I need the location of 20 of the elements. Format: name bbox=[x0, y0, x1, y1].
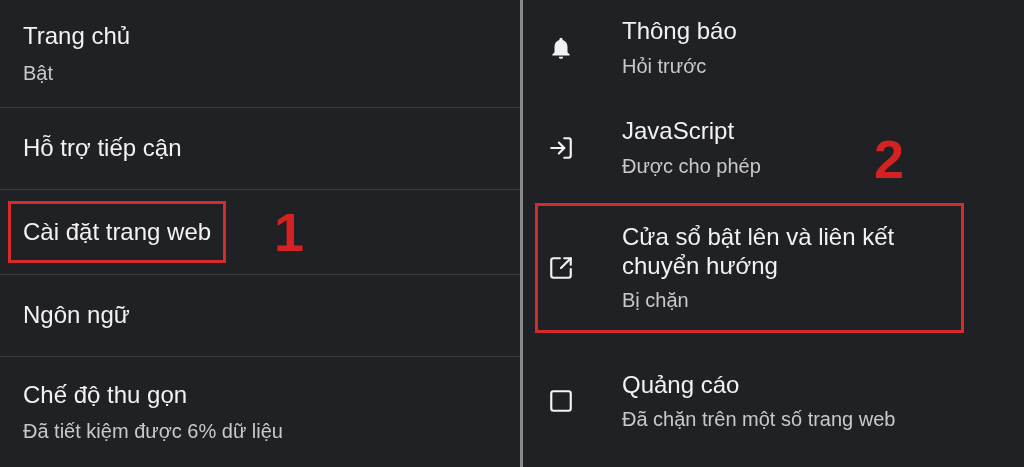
step-number: 2 bbox=[873, 132, 904, 186]
setting-value: Bị chặn bbox=[622, 288, 689, 313]
setting-title[interactable]: Cửa sổ bật lên và liên kết chuyển hướng bbox=[622, 222, 952, 281]
setting-value: Hỏi trước bbox=[622, 53, 707, 78]
setting-title[interactable]: Cài đặt trang web bbox=[23, 217, 212, 247]
setting-title[interactable]: Trang chủ bbox=[23, 22, 131, 51]
setting-title[interactable]: Ngôn ngữ bbox=[23, 301, 130, 330]
setting-value: Đã tiết kiệm được 6% dữ liệu bbox=[23, 419, 283, 444]
setting-title[interactable]: JavaScript bbox=[622, 117, 735, 146]
window-icon bbox=[548, 388, 574, 414]
setting-value: Đã chặn trên một số trang web bbox=[622, 407, 896, 432]
setting-title[interactable]: Chế độ thu gọn bbox=[23, 380, 283, 410]
setting-title[interactable]: Quảng cáo bbox=[622, 370, 740, 400]
setting-value: Bật bbox=[23, 60, 55, 85]
external-link-icon bbox=[548, 254, 574, 281]
setting-value: Được cho phép bbox=[622, 153, 761, 178]
sign-in-icon bbox=[548, 134, 574, 161]
step-number: 1 bbox=[274, 205, 305, 259]
setting-title[interactable]: Thông báo bbox=[622, 17, 737, 46]
setting-title[interactable]: Hỗ trợ tiếp cận bbox=[23, 134, 182, 163]
